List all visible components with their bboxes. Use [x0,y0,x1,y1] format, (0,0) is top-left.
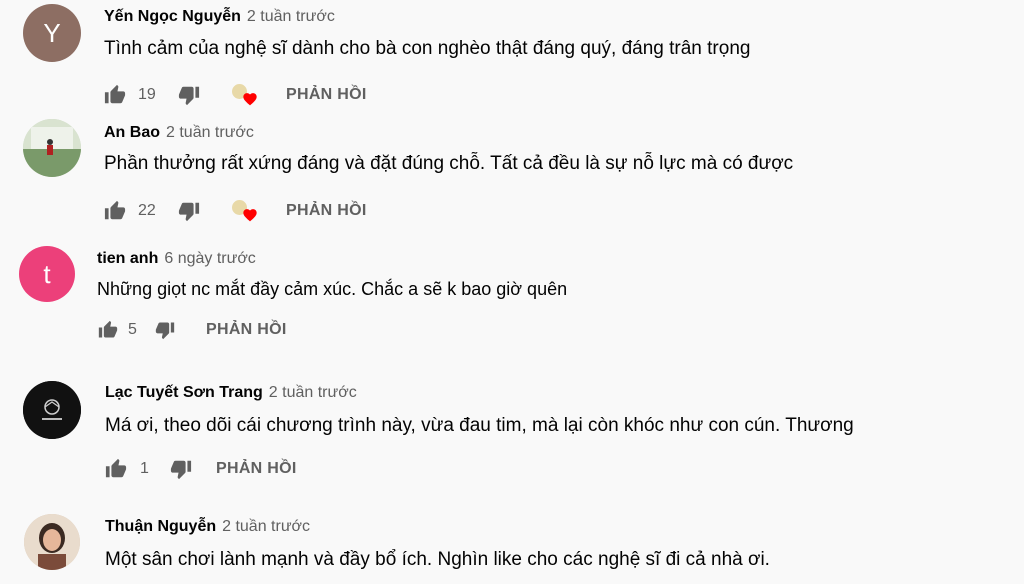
heart-icon [243,209,257,222]
comment-actions: 1 PHẢN HỒI [105,455,297,483]
comment-actions: 19 PHẢN HỒI [104,81,367,109]
avatar[interactable] [23,381,81,439]
comment-text: Tình cảm của nghệ sĩ dành cho bà con ngh… [104,38,751,59]
avatar-letter: Y [43,17,61,48]
author-name[interactable]: Yến Ngọc Nguyễn [104,8,241,25]
dislike-button[interactable] [170,458,192,480]
thumbs-down-icon [178,86,200,106]
thumbs-down-icon [170,460,192,480]
comment-header: Thuận Nguyễn 2 tuần trước [105,518,310,536]
thumbs-up-icon [104,200,126,220]
like-count: 1 [140,460,149,477]
comment-time[interactable]: 6 ngày trước [164,250,255,267]
comment-text: Những giọt nc mắt đầy cảm xúc. Chắc a sẽ… [97,279,568,299]
like-button[interactable] [105,458,127,480]
avatar[interactable] [24,514,80,570]
like-button[interactable] [104,200,126,222]
comment-time[interactable]: 2 tuần trước [247,8,335,25]
comment-header: Lạc Tuyết Sơn Trang 2 tuần trước [105,384,357,402]
reply-button[interactable]: PHẢN HỒI [286,86,367,104]
comment-time[interactable]: 2 tuần trước [166,124,254,141]
author-name[interactable]: An Bao [104,124,160,141]
reply-button[interactable]: PHẢN HỒI [286,202,367,220]
thumbs-up-icon [105,458,127,478]
like-count: 22 [138,202,156,219]
thumbs-up-icon [104,84,126,104]
reply-button[interactable]: PHẢN HỒI [216,460,297,478]
avatar[interactable] [23,119,81,177]
thumbs-up-icon [98,320,118,338]
avatar-photo [23,119,81,177]
dislike-button[interactable] [178,200,200,222]
comment-actions: 5 PHẢN HỒI [97,316,287,344]
author-name[interactable]: Lạc Tuyết Sơn Trang [105,384,263,401]
comment-actions: 22 PHẢN HỒI [104,197,367,225]
comment-time[interactable]: 2 tuần trước [222,518,310,535]
comment-header: tien anh 6 ngày trước [97,250,256,268]
like-count: 5 [128,321,137,338]
author-name[interactable]: tien anh [97,250,158,267]
comment-text: Một sân chơi lành mạnh và đầy bổ ích. Ng… [105,549,770,570]
comment-text: Phần thưởng rất xứng đáng và đặt đúng ch… [104,153,794,174]
comment-header: An Bao 2 tuần trước [104,124,254,142]
heart-icon [243,93,257,106]
like-button[interactable] [104,84,126,106]
creator-heart [232,198,260,224]
author-name[interactable]: Thuận Nguyễn [105,518,216,535]
dislike-button[interactable] [154,319,176,341]
reply-button[interactable]: PHẢN HỒI [206,321,287,339]
thumbs-down-icon [155,322,175,340]
thumbs-down-icon [178,202,200,222]
comment-text: Má ơi, theo dõi cái chương trình này, vừ… [105,415,854,436]
avatar[interactable]: t [19,246,75,302]
like-button[interactable] [97,319,119,341]
comment-time[interactable]: 2 tuần trước [269,384,357,401]
like-count: 19 [138,86,156,103]
avatar[interactable]: Y [23,4,81,62]
avatar-logo [23,381,81,439]
avatar-photo [24,514,80,570]
avatar-letter: t [43,258,51,289]
comment-header: Yến Ngọc Nguyễn 2 tuần trước [104,8,335,26]
dislike-button[interactable] [178,84,200,106]
creator-heart [232,82,260,108]
